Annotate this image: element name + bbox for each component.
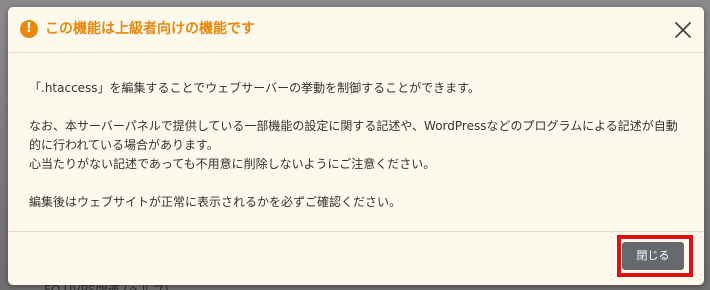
body-line-auto-description-cont: 的に行われている場合があります。: [29, 138, 219, 152]
advanced-feature-dialog: ! この機能は上級者向けの機能です 「.htaccess」を編集することでウェブ…: [8, 7, 704, 285]
exclamation-circle-icon: !: [20, 20, 38, 38]
body-line-auto-description: なお、本サーバーパネルで提供している一部機能の設定に関する記述や、WordPre…: [29, 119, 678, 133]
body-line-htaccess: 「.htaccess」を編集することでウェブサーバーの挙動を制御することができま…: [29, 81, 480, 95]
body-line-verify: 編集後はウェブサイトが正常に表示されるかを必ずご確認ください。: [29, 195, 402, 209]
dialog-header: ! この機能は上級者向けの機能です: [8, 7, 704, 53]
dialog-title: この機能は上級者向けの機能です: [45, 21, 255, 37]
close-icon[interactable]: [672, 19, 694, 41]
body-line-caution: 心当たりがない記述であっても不用意に削除しないようにご注意ください。: [29, 157, 436, 171]
dialog-body: 「.htaccess」を編集することでウェブサーバーの挙動を制御することができま…: [29, 79, 694, 212]
close-button[interactable]: 閉じる: [622, 242, 684, 270]
dialog-footer: [8, 231, 704, 285]
